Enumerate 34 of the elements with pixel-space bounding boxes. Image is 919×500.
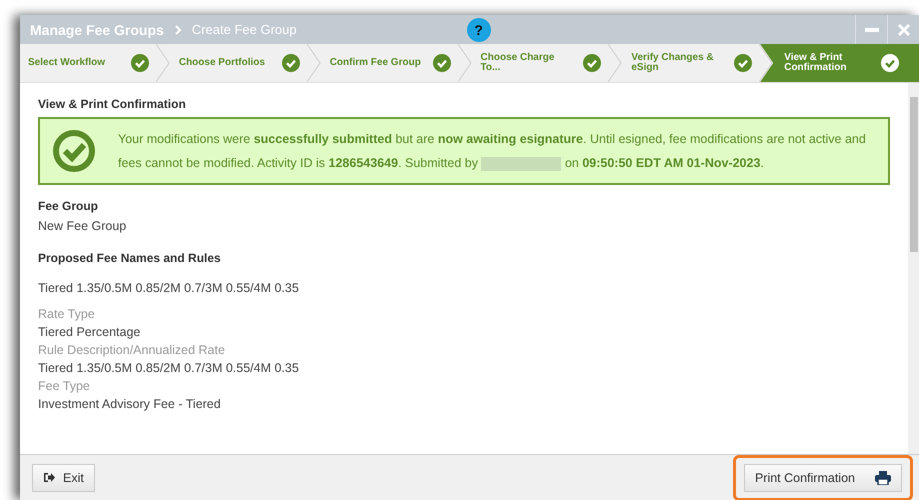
rule-name: Tiered 1.35/0.5M 0.85/2M 0.7/3M 0.55/4M 0.35 — [38, 281, 300, 295]
chevron-divider-icon — [156, 44, 170, 82]
wizard-step[interactable]: Confirm Fee Group — [320, 44, 471, 82]
exit-button[interactable]: Exit — [32, 464, 95, 492]
help-button[interactable]: ? — [466, 18, 491, 42]
minimize-icon — [864, 28, 878, 32]
window-subtitle: Create Fee Group — [192, 22, 297, 37]
check-circle-icon — [52, 129, 96, 173]
field-label: Rule Description/Annualized Rate — [38, 343, 226, 357]
field-label: Rate Type — [38, 307, 96, 321]
chevron-divider-icon — [306, 44, 321, 82]
chevron-divider-icon — [759, 44, 774, 82]
wizard-step[interactable]: Choose Portfolios — [168, 44, 320, 82]
field-label: Fee Type — [38, 379, 91, 393]
field-value: Investment Advisory Fee - Tiered — [38, 397, 222, 411]
print-button[interactable]: Print Confirmation — [744, 464, 902, 492]
chevron-icon — [174, 24, 182, 34]
chevron-divider-icon — [458, 44, 472, 82]
field-value: Tiered Percentage — [38, 325, 142, 339]
exit-icon — [43, 472, 55, 483]
close-icon — [896, 22, 910, 36]
scrollbar[interactable] — [908, 83, 919, 454]
section-title: View & Print Confirmation — [38, 97, 187, 111]
field-label: Fee Group — [38, 199, 100, 213]
section-title: Proposed Fee Names and Rules — [38, 251, 222, 265]
window-title: Manage Fee Groups — [30, 22, 164, 38]
wizard-step[interactable]: View & Print Confirmation — [760, 44, 919, 82]
alert-message: Your modifications were successfully submitted but are now awaiting esignature. Until esigned, fee modifications are not active and fees cannot be modified. Activity ID is 1286543649. Submitted by on 09:50:50 EDT AM 01-Nov-2023. — [118, 131, 867, 173]
field-value: Tiered 1.35/0.5M 0.85/2M 0.7/3M 0.55/4M 0.35 — [38, 361, 300, 375]
chevron-divider-icon — [608, 44, 622, 82]
wizard-step[interactable]: Select Workflow — [20, 44, 169, 82]
wizard-step[interactable]: Choose Charge To... — [470, 44, 622, 82]
printer-icon — [875, 470, 891, 484]
field-value: New Fee Group — [38, 219, 128, 233]
